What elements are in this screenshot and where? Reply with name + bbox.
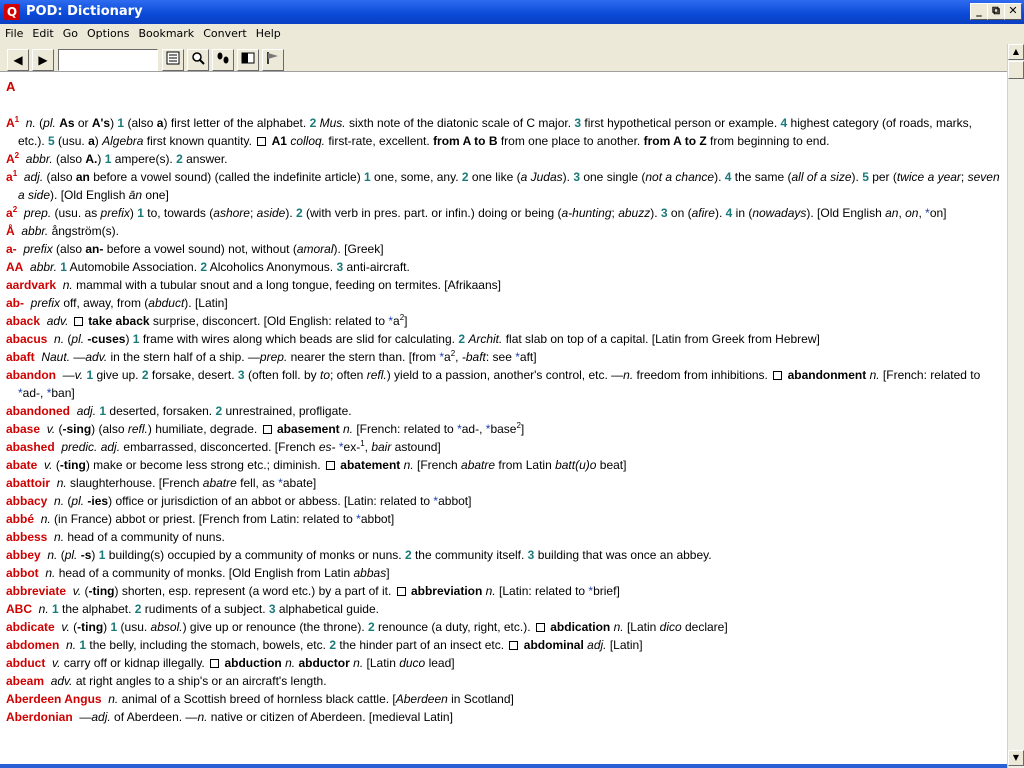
menu-bookmark[interactable]: Bookmark [133,24,198,44]
dictionary-entry[interactable]: abbacy n. (pl. -ies) office or jurisdict… [6,492,1001,510]
close-button[interactable]: ✕ [1004,3,1022,20]
dictionary-entry[interactable]: abbot n. head of a community of monks. [… [6,564,1001,582]
dictionary-entry[interactable]: abashed predic. adj. embarrassed, discon… [6,438,1001,456]
menu-bar: File Edit Go Options Bookmark Convert Help [0,24,1024,44]
menu-edit[interactable]: Edit [27,24,57,44]
toolbar: ◀ ▶ [0,44,1024,72]
dictionary-entry[interactable]: abacus n. (pl. -cuses) 1 frame with wire… [6,330,1001,348]
footprints-icon[interactable] [212,49,234,71]
dictionary-entry[interactable]: abdicate v. (-ting) 1 (usu. absol.) give… [6,618,1001,636]
search-input[interactable] [58,49,158,71]
menu-file[interactable]: File [0,24,27,44]
dictionary-entry[interactable]: abeam adv. at right angles to a ship's o… [6,672,1001,690]
list-icon[interactable] [162,49,184,71]
dictionary-entry[interactable]: abbreviate v. (-ting) shorten, esp. repr… [6,582,1001,600]
dictionary-entry[interactable]: a2 prep. (usu. as prefix) 1 to, towards … [6,204,1001,222]
dictionary-entry[interactable]: abbey n. (pl. -s) 1 building(s) occupied… [6,546,1001,564]
dictionary-entry[interactable]: abdomen n. 1 the belly, including the st… [6,636,1001,654]
dictionary-content: A A1 n. (pl. As or A's) 1 (also a) first… [0,72,1007,768]
dictionary-entry[interactable]: abase v. (-sing) (also refl.) humiliate,… [6,420,1001,438]
maximize-button[interactable]: ⧉ [987,3,1005,20]
scroll-thumb[interactable] [1008,61,1024,79]
dictionary-entry[interactable]: a1 adj. (also an before a vowel sound) (… [6,168,1001,204]
section-heading: A [6,79,16,94]
minimize-button[interactable]: _ [970,3,988,20]
dictionary-entry[interactable]: abattoir n. slaughterhouse. [French abat… [6,474,1001,492]
scroll-down-button[interactable]: ▼ [1008,750,1024,766]
dictionary-entry[interactable]: abandoned adj. 1 deserted, forsaken. 2 u… [6,402,1001,420]
search-icon[interactable] [187,49,209,71]
dictionary-entry[interactable]: abbess n. head of a community of nuns. [6,528,1001,546]
dictionary-entry[interactable]: Aberdeen Angus n. animal of a Scottish b… [6,690,1001,708]
entry-list: A1 n. (pl. As or A's) 1 (also a) first l… [6,114,1001,726]
dictionary-entry[interactable]: a- prefix (also an- before a vowel sound… [6,240,1001,258]
dictionary-entry[interactable]: A2 abbr. (also A.) 1 ampere(s). 2 answer… [6,150,1001,168]
window-title: POD: Dictionary [26,4,143,19]
vertical-scrollbar[interactable]: ▲ ▼ [1007,44,1024,768]
dictionary-entry[interactable]: abbé n. (in France) abbot or priest. [Fr… [6,510,1001,528]
scroll-up-button[interactable]: ▲ [1008,44,1024,60]
dictionary-entry[interactable]: abaft Naut. —adv. in the stern half of a… [6,348,1001,366]
dictionary-entry[interactable]: ab- prefix off, away, from (abduct). [La… [6,294,1001,312]
dictionary-entry[interactable]: Aberdonian —adj. of Aberdeen. —n. native… [6,708,1001,726]
dictionary-entry[interactable]: aback adv. take aback surprise, disconce… [6,312,1001,330]
menu-help[interactable]: Help [251,24,285,44]
dictionary-entry[interactable]: aardvark n. mammal with a tubular snout … [6,276,1001,294]
dictionary-entry[interactable]: AA abbr. 1 Automobile Association. 2 Alc… [6,258,1001,276]
window-icon[interactable] [237,49,259,71]
app-icon[interactable]: Q [4,4,20,20]
dictionary-entry[interactable]: abate v. (-ting) make or become less str… [6,456,1001,474]
dictionary-entry[interactable]: A1 n. (pl. As or A's) 1 (also a) first l… [6,114,1001,150]
menu-go[interactable]: Go [58,24,82,44]
title-bar[interactable]: Q POD: Dictionary _ ⧉ ✕ [0,0,1024,24]
flag-icon[interactable] [262,49,284,71]
dictionary-entry[interactable]: Å abbr. ångström(s). [6,222,1001,240]
window-bottom-edge [0,764,1007,768]
dictionary-entry[interactable]: abandon —v. 1 give up. 2 forsake, desert… [6,366,1001,402]
back-button[interactable]: ◀ [7,49,29,71]
menu-options[interactable]: Options [82,24,133,44]
dictionary-entry[interactable]: ABC n. 1 the alphabet. 2 rudiments of a … [6,600,1001,618]
dictionary-entry[interactable]: abduct v. carry off or kidnap illegally.… [6,654,1001,672]
forward-button[interactable]: ▶ [32,49,54,71]
menu-convert[interactable]: Convert [198,24,251,44]
